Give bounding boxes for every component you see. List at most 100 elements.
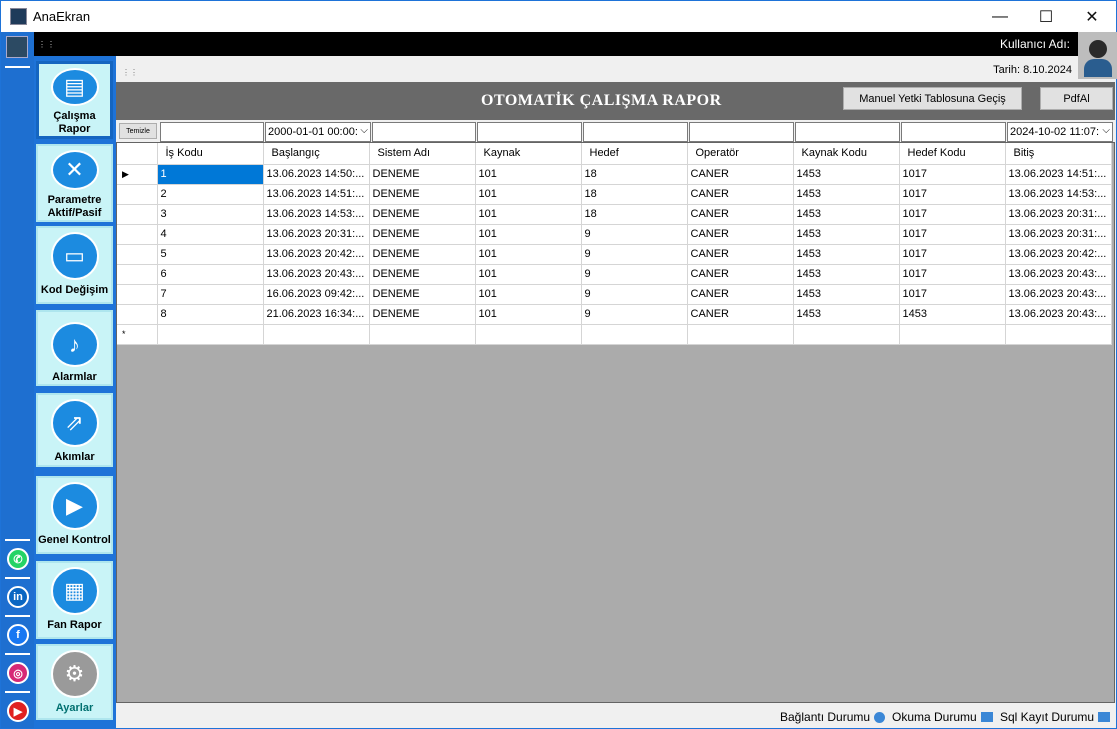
column-header[interactable]: Sistem Adı	[369, 143, 476, 165]
filter-hedef[interactable]	[583, 122, 688, 142]
table-cell[interactable]: 1017	[899, 284, 1006, 305]
table-cell[interactable]: 1453	[793, 224, 900, 245]
menu-fan-rapor[interactable]: ▦ Fan Rapor	[36, 561, 113, 639]
clear-filter-button[interactable]: Temizle	[119, 123, 157, 139]
table-cell[interactable]: 13.06.2023 20:42:...	[263, 244, 370, 265]
table-cell[interactable]: 1453	[793, 284, 900, 305]
column-header[interactable]: Operatör	[687, 143, 794, 165]
instagram-icon[interactable]: ◎	[7, 662, 29, 684]
table-cell[interactable]: 1	[157, 164, 264, 185]
table-cell[interactable]: 18	[581, 204, 688, 225]
menu-kod-degisim[interactable]: ▭ Kod Değişim	[36, 226, 113, 304]
table-cell[interactable]: 13.06.2023 20:42:...	[1005, 244, 1112, 265]
row-header[interactable]	[117, 184, 158, 205]
table-row[interactable]: 8 21.06.2023 16:34:... DENEME 101 9 CANER 1453…	[117, 304, 1112, 325]
table-cell[interactable]: 4	[157, 224, 264, 245]
menu-ayarlar[interactable]: ⚙ Ayarlar	[36, 644, 113, 720]
table-cell[interactable]	[899, 324, 1006, 345]
table-cell[interactable]: DENEME	[369, 224, 476, 245]
table-cell[interactable]: 101	[475, 284, 582, 305]
manuel-yetki-button[interactable]: Manuel Yetki Tablosuna Geçiş	[843, 87, 1022, 110]
table-cell[interactable]: 1453	[793, 304, 900, 325]
table-cell[interactable]: 9	[581, 284, 688, 305]
table-cell[interactable]: 1453	[793, 244, 900, 265]
table-cell[interactable]	[263, 324, 370, 345]
table-cell[interactable]: CANER	[687, 284, 794, 305]
table-cell[interactable]: 13.06.2023 20:43:...	[1005, 284, 1112, 305]
table-cell[interactable]: 13.06.2023 20:43:...	[1005, 304, 1112, 325]
table-cell[interactable]: 9	[581, 304, 688, 325]
close-button[interactable]: ✕	[1069, 1, 1115, 32]
column-header[interactable]: Kaynak	[475, 143, 582, 165]
table-cell[interactable]: 13.06.2023 14:53:...	[1005, 184, 1112, 205]
table-cell[interactable]: 101	[475, 264, 582, 285]
table-cell[interactable]: 9	[581, 224, 688, 245]
table-cell[interactable]: 101	[475, 244, 582, 265]
table-cell[interactable]: 6	[157, 264, 264, 285]
table-cell[interactable]: 21.06.2023 16:34:...	[263, 304, 370, 325]
pdf-button[interactable]: PdfAl	[1040, 87, 1113, 110]
table-cell[interactable]: 1017	[899, 204, 1006, 225]
table-cell[interactable]: 1453	[793, 264, 900, 285]
filter-sistem-adi[interactable]	[372, 122, 476, 142]
table-cell[interactable]: 13.06.2023 14:51:...	[1005, 164, 1112, 185]
row-header[interactable]: *	[117, 324, 158, 345]
filter-start-date[interactable]: 2000-01-01 00:00: ⌵	[265, 122, 371, 142]
filter-is-kodu[interactable]	[160, 122, 264, 142]
table-cell[interactable]: 101	[475, 204, 582, 225]
table-cell[interactable]	[581, 324, 688, 345]
table-cell[interactable]: 101	[475, 184, 582, 205]
table-cell[interactable]: CANER	[687, 204, 794, 225]
table-cell[interactable]: 101	[475, 164, 582, 185]
table-cell[interactable]: 13.06.2023 20:31:...	[1005, 204, 1112, 225]
column-header[interactable]: İş Kodu	[157, 143, 264, 165]
minimize-button[interactable]: —	[977, 1, 1023, 32]
table-row[interactable]: 3 13.06.2023 14:53:... DENEME 101 18 CANER 145…	[117, 204, 1112, 225]
table-cell[interactable]: 13.06.2023 20:31:...	[263, 224, 370, 245]
row-header[interactable]: ▶	[117, 164, 158, 185]
table-cell[interactable]: 2	[157, 184, 264, 205]
table-cell[interactable]	[687, 324, 794, 345]
filter-operator[interactable]	[689, 122, 794, 142]
filter-end-date[interactable]: 2024-10-02 11:07: ⌵	[1007, 122, 1113, 142]
column-header[interactable]: Başlangıç	[263, 143, 370, 165]
menu-parametre[interactable]: ✕ Parametre Aktif/Pasif	[36, 144, 113, 222]
table-cell[interactable]: 1017	[899, 264, 1006, 285]
table-cell[interactable]: 101	[475, 304, 582, 325]
table-row[interactable]: 4 13.06.2023 20:31:... DENEME 101 9 CANER 1453…	[117, 224, 1112, 245]
facebook-icon[interactable]: f	[7, 624, 29, 646]
table-cell[interactable]: 13.06.2023 14:50:...	[263, 164, 370, 185]
table-cell[interactable]	[475, 324, 582, 345]
table-cell[interactable]: 8	[157, 304, 264, 325]
row-header[interactable]	[117, 204, 158, 225]
table-cell[interactable]: DENEME	[369, 204, 476, 225]
report-grid[interactable]: İş Kodu Başlangıç Sistem Adı Kaynak Hede…	[116, 142, 1115, 703]
table-cell[interactable]: CANER	[687, 244, 794, 265]
filter-kaynak-kodu[interactable]	[795, 122, 900, 142]
row-header[interactable]	[117, 304, 158, 325]
table-cell[interactable]: CANER	[687, 164, 794, 185]
table-cell[interactable]: 1453	[793, 204, 900, 225]
linkedin-icon[interactable]: in	[7, 586, 29, 608]
youtube-icon[interactable]: ▶	[7, 700, 29, 722]
table-cell[interactable]: CANER	[687, 264, 794, 285]
table-cell[interactable]: 9	[581, 244, 688, 265]
table-cell[interactable]: CANER	[687, 304, 794, 325]
table-cell[interactable]: CANER	[687, 224, 794, 245]
table-row[interactable]: 7 16.06.2023 09:42:... DENEME 101 9 CANER 1453…	[117, 284, 1112, 305]
maximize-button[interactable]: ☐	[1023, 1, 1069, 32]
table-cell[interactable]: 5	[157, 244, 264, 265]
row-header[interactable]	[117, 264, 158, 285]
whatsapp-icon[interactable]: ✆	[7, 548, 29, 570]
row-header[interactable]	[117, 244, 158, 265]
table-cell[interactable]: DENEME	[369, 304, 476, 325]
table-cell[interactable]: 1453	[899, 304, 1006, 325]
menu-akimlar[interactable]: ⇗ Akımlar	[36, 393, 113, 467]
table-cell[interactable]: 1453	[793, 184, 900, 205]
table-cell[interactable]: 1017	[899, 244, 1006, 265]
table-row[interactable]: ▶ 1 13.06.2023 14:50:... DENEME 101 18 CANER 14…	[117, 164, 1112, 185]
table-cell[interactable]: 13.06.2023 20:43:...	[263, 264, 370, 285]
table-cell[interactable]: 101	[475, 224, 582, 245]
table-cell[interactable]: 18	[581, 164, 688, 185]
menu-alarmlar[interactable]: ♪ Alarmlar	[36, 310, 113, 386]
